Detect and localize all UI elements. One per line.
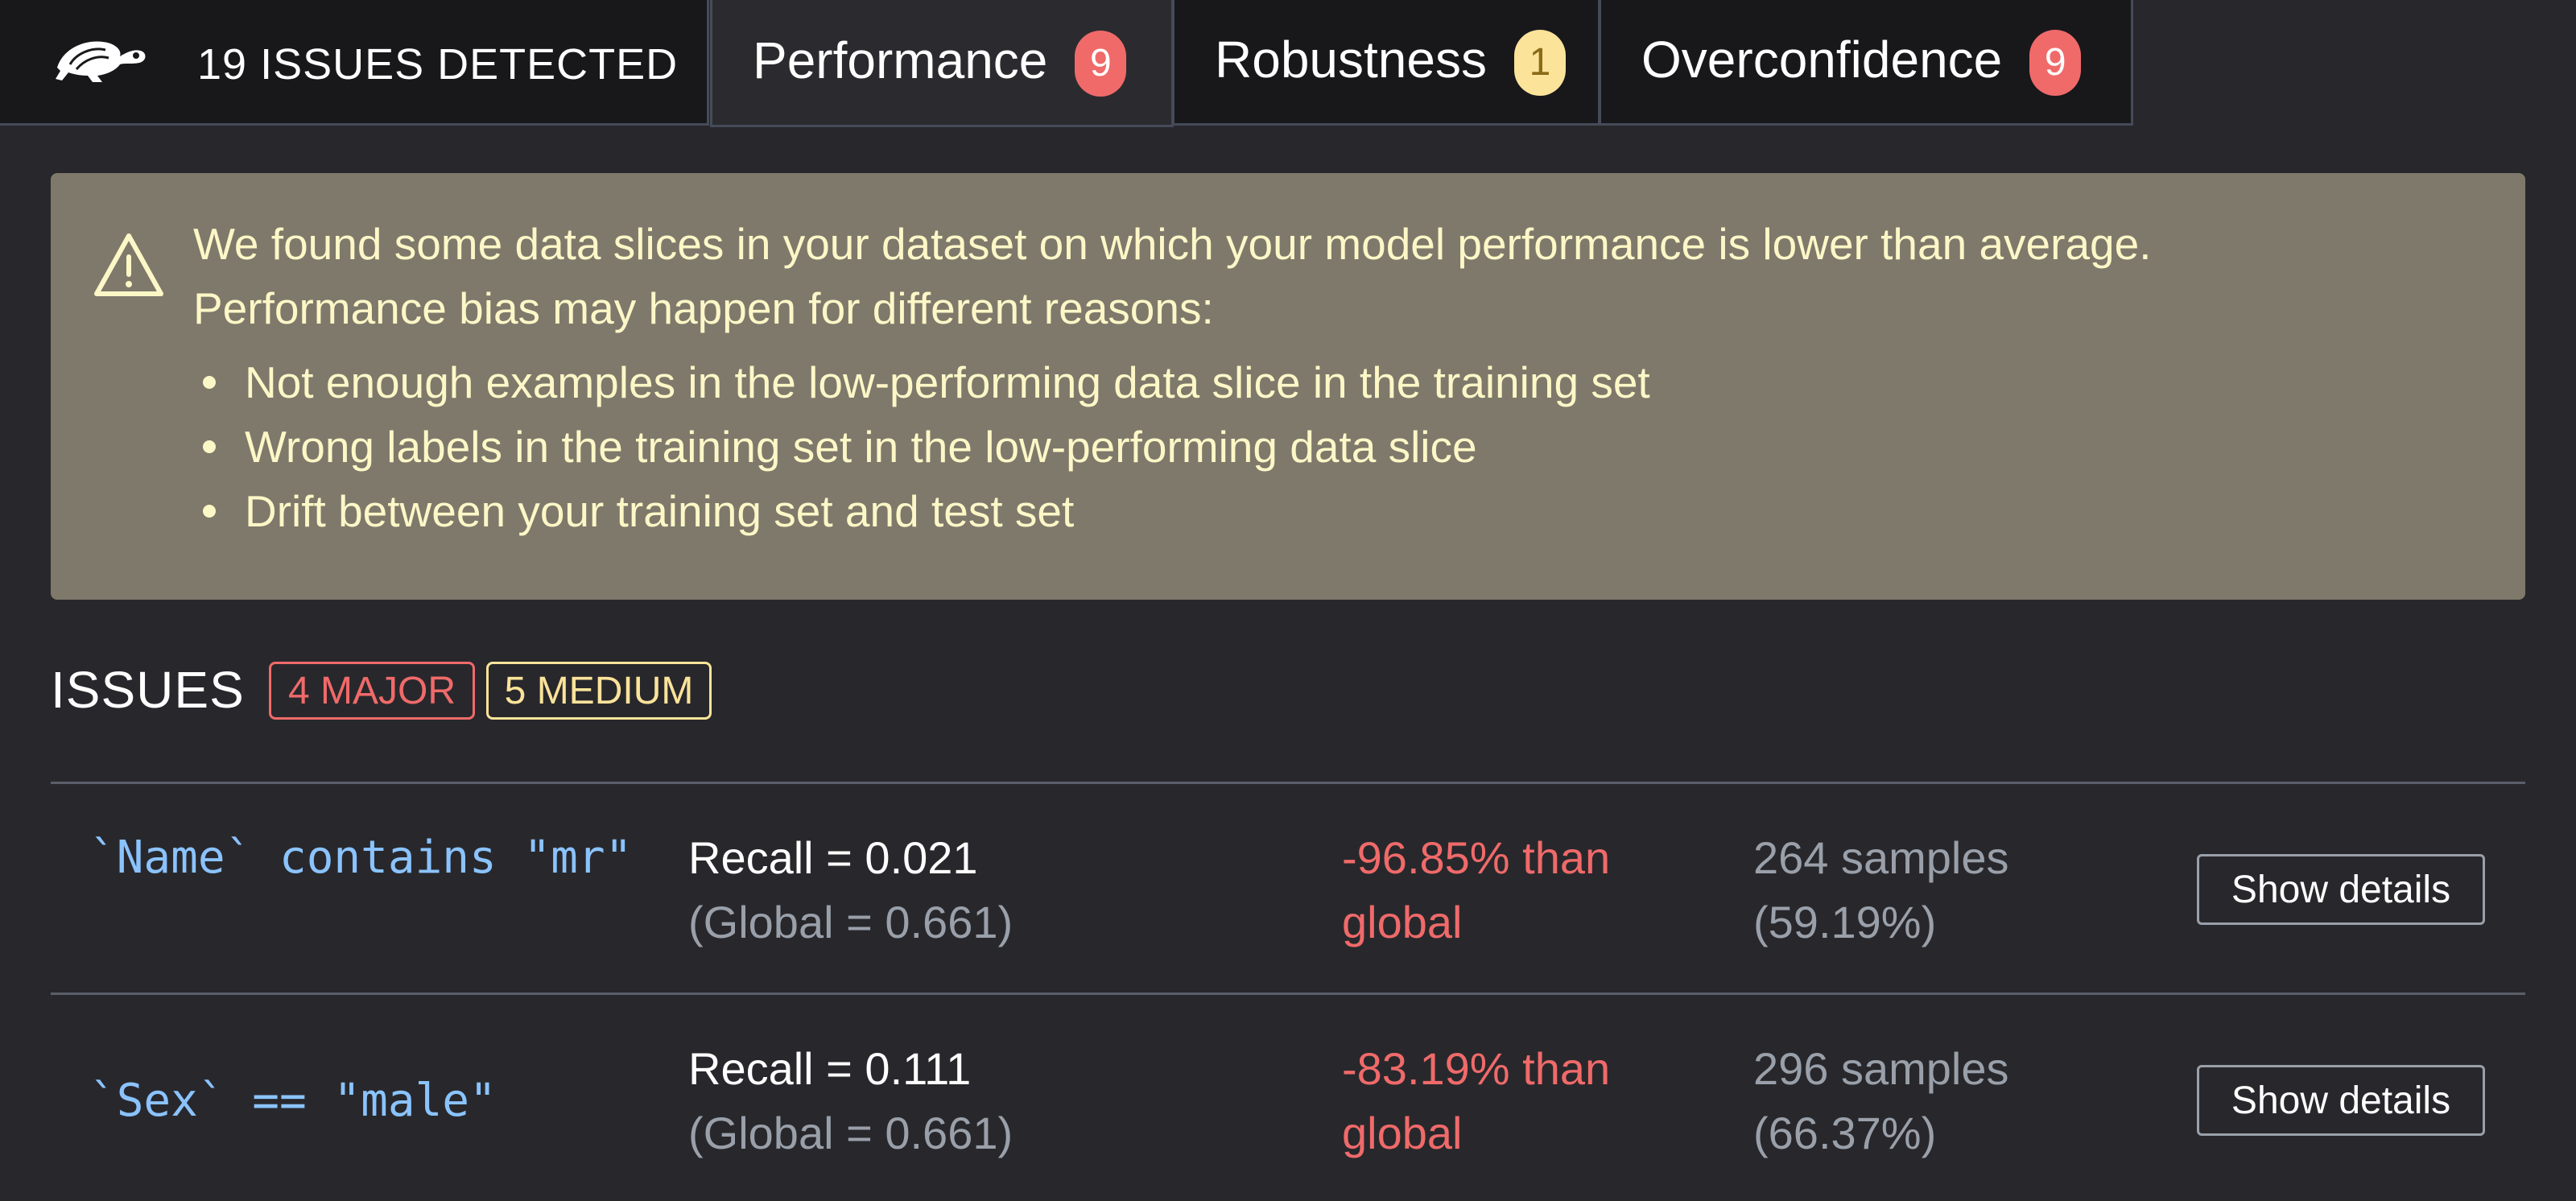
tab-overconfidence-count-badge: 9 [2029,29,2082,96]
performance-bias-alert: We found some data slices in your datase… [51,173,2525,600]
samples-percentage: (59.19%) [1753,897,1937,947]
metric-value: Recall = 0.111 (Global = 0.661) [688,1037,1013,1166]
delta-percent: -83.19% than [1342,1043,1611,1094]
tab-robustness-count-badge: 1 [1513,29,1566,96]
tab-robustness[interactable]: Robustness 1 [1172,0,1600,126]
issues-tab-bar: 19 ISSUES DETECTED Performance 9 Robustn… [0,0,2576,127]
tab-robustness-label: Robustness [1215,30,1487,89]
major-issues-badge: 4 MAJOR [269,662,475,720]
medium-issues-badge: 5 MEDIUM [486,662,712,720]
slice-description: `Sex` == "male" [89,1075,497,1127]
samples-percentage: (66.37%) [1753,1108,1937,1158]
recall-value: Recall = 0.111 [688,1043,972,1094]
delta-vs-global: -96.85% than global [1342,826,1696,955]
samples-number: 264 samples [1753,832,2009,883]
global-recall-value: (Global = 0.661) [688,1108,1013,1158]
issue-row: `Name` contains "mr" Recall = 0.021 (Glo… [51,784,2525,990]
global-recall-value: (Global = 0.661) [688,897,1013,947]
tab-performance-count-badge: 9 [1075,30,1127,97]
turtle-logo-icon [56,41,146,82]
sample-count: 264 samples (59.19%) [1753,826,2009,955]
tab-overconfidence[interactable]: Overconfidence 9 [1599,0,2133,126]
issue-row: `Sex` == "male" Recall = 0.111 (Global =… [51,995,2525,1201]
list-item: Wrong labels in the training set in the … [193,415,1650,479]
show-details-button[interactable]: Show details [2197,1065,2485,1136]
list-item: Not enough examples in the low-performin… [193,350,1650,415]
delta-suffix: global [1342,1108,1463,1158]
delta-percent: -96.85% than [1342,832,1611,883]
metric-value: Recall = 0.021 (Global = 0.661) [688,826,1013,955]
tab-performance[interactable]: Performance 9 [710,0,1174,127]
tab-overconfidence-label: Overconfidence [1641,30,2003,89]
bias-reasons-list: Not enough examples in the low-performin… [193,350,1650,543]
delta-vs-global: -83.19% than global [1342,1037,1696,1166]
slice-description: `Name` contains "mr" [89,832,633,884]
alert-message-line-1: We found some data slices in your datase… [193,219,2152,269]
issues-section-title: ISSUES [51,661,245,719]
delta-suffix: global [1342,897,1463,947]
scan-summary-header: 19 ISSUES DETECTED [0,0,709,126]
show-details-button[interactable]: Show details [2197,854,2485,925]
tab-performance-label: Performance [753,31,1048,89]
alert-message: We found some data slices in your datase… [193,212,2496,340]
list-item: Drift between your training set and test… [193,479,1650,543]
recall-value: Recall = 0.021 [688,832,978,883]
issues-detected-title: 19 ISSUES DETECTED [197,39,679,89]
samples-number: 296 samples [1753,1043,2009,1094]
alert-message-line-2: Performance bias may happen for differen… [193,283,1214,333]
warning-icon [94,233,163,296]
sample-count: 296 samples (66.37%) [1753,1037,2009,1166]
